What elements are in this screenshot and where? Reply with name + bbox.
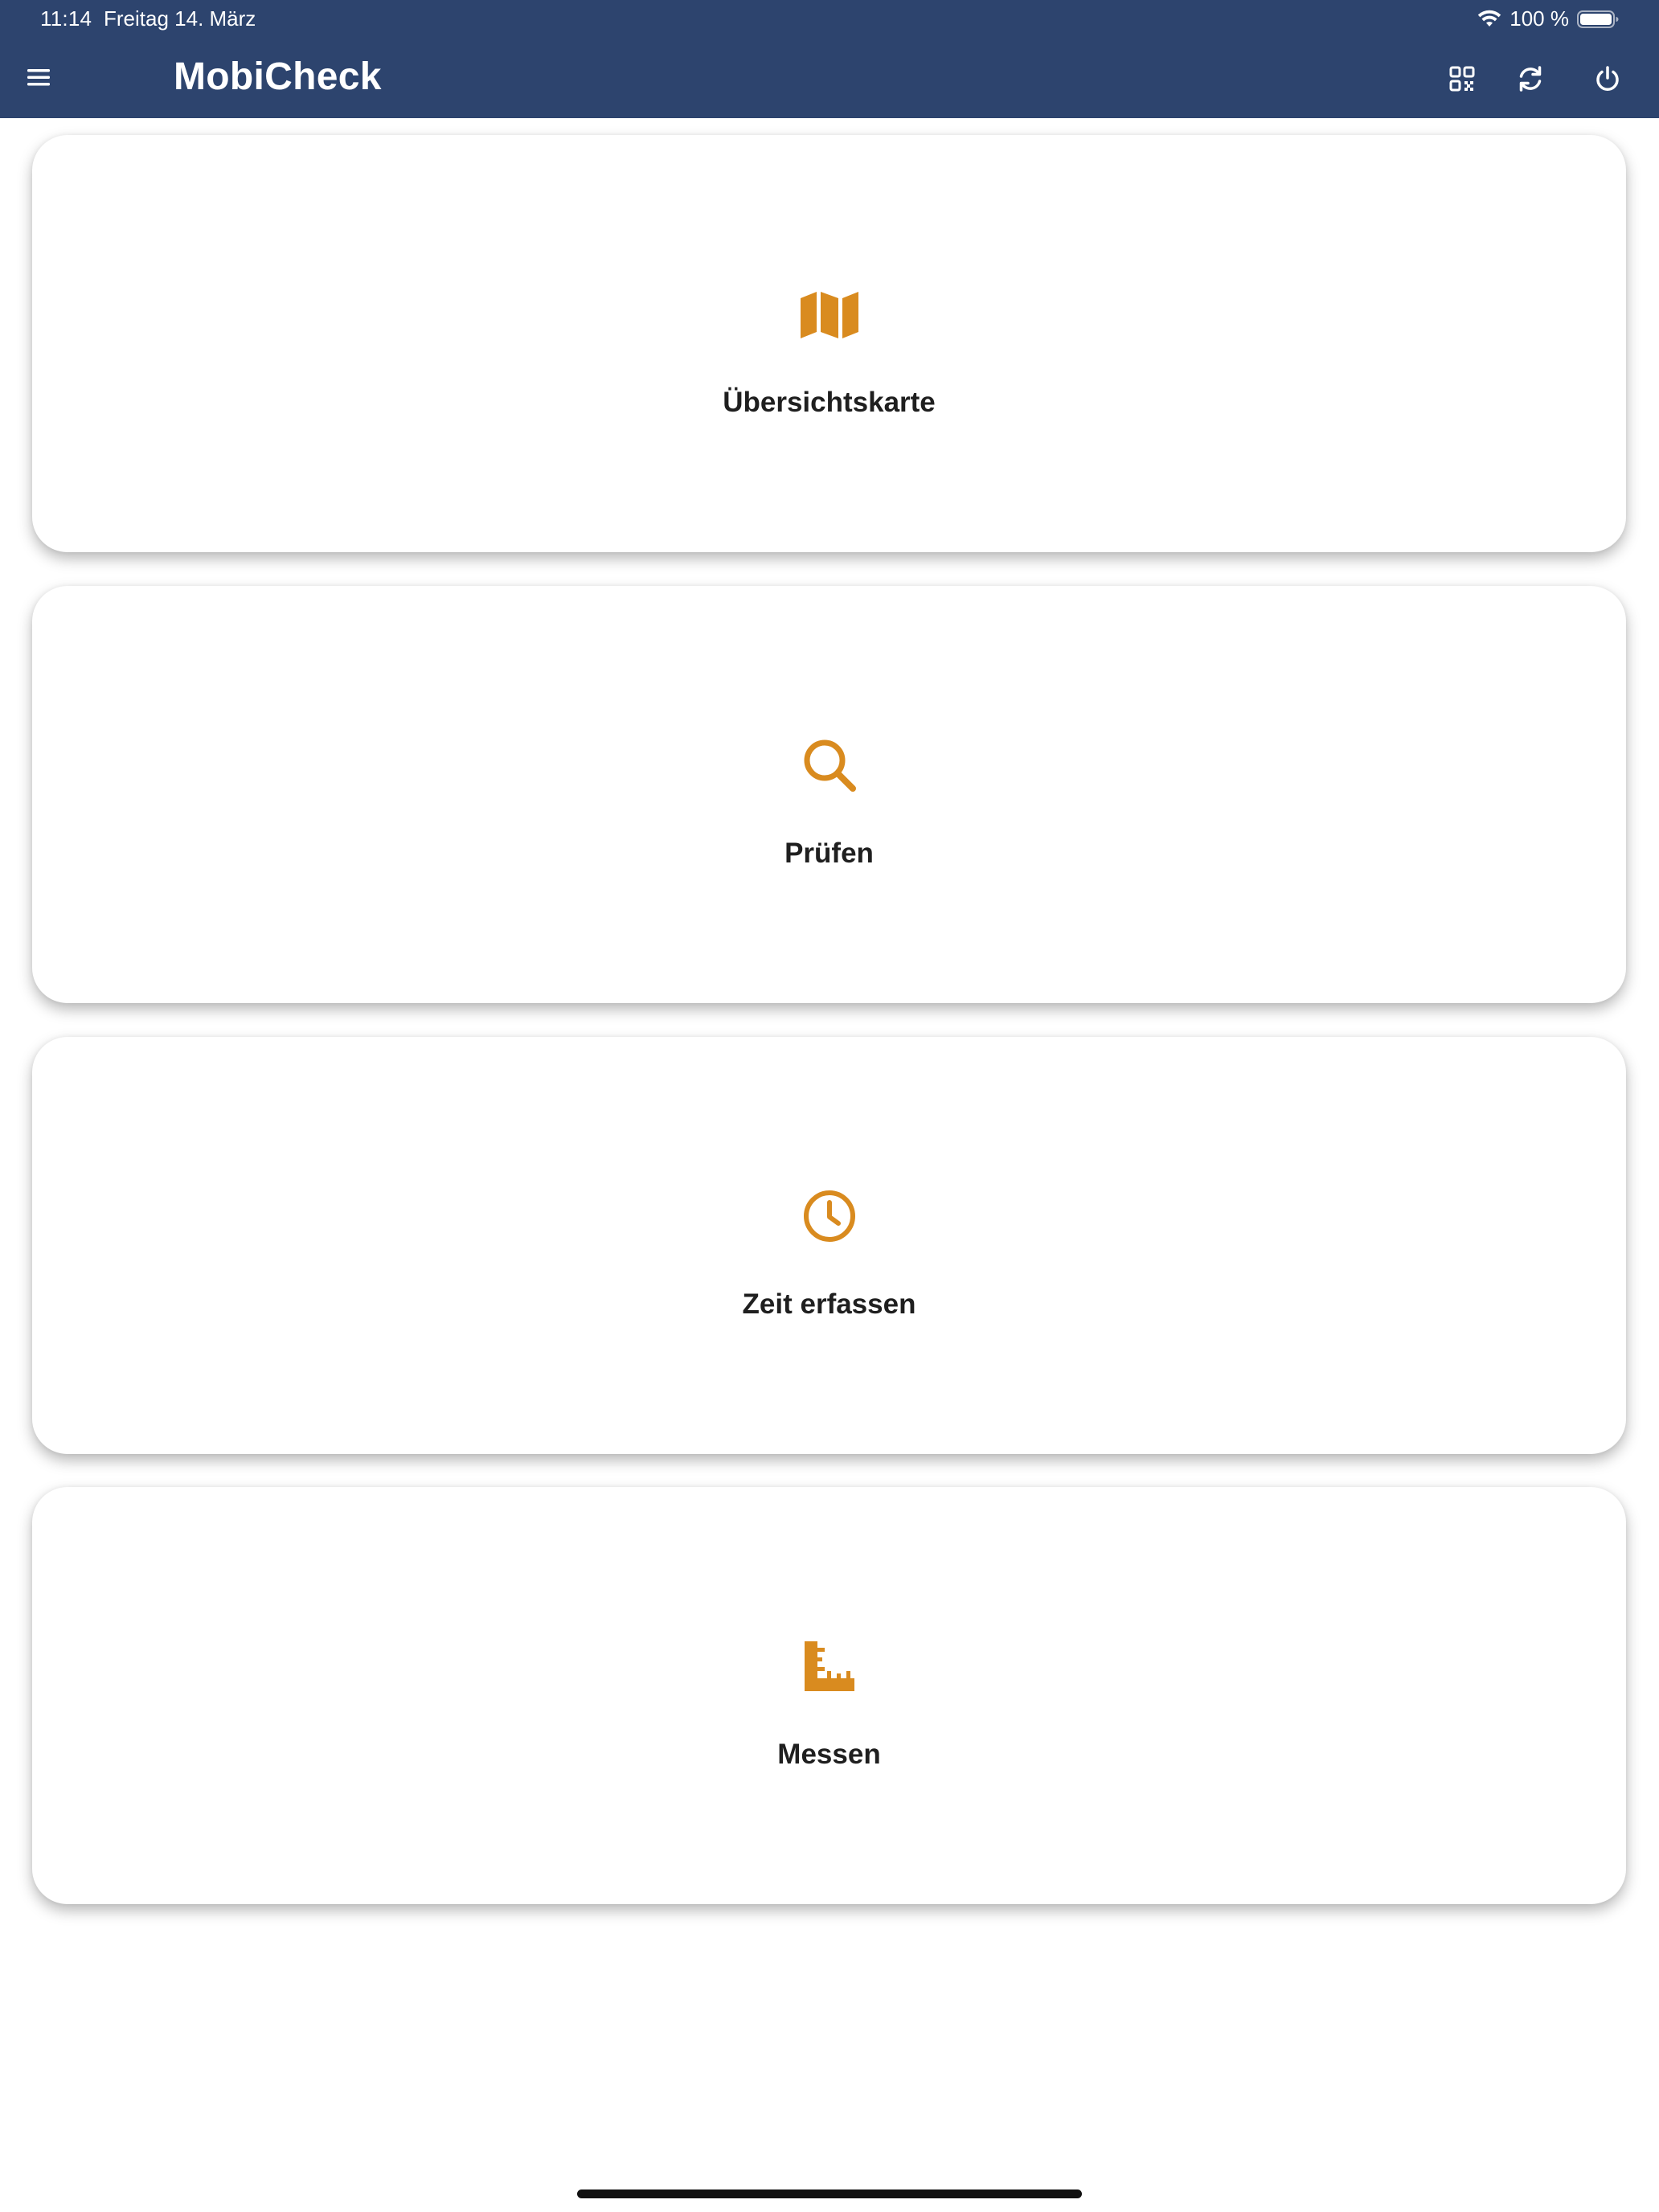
wifi-icon (1477, 10, 1501, 29)
status-indicators: 100 % (1477, 6, 1619, 31)
search-icon (799, 735, 860, 796)
hamburger-menu-icon (27, 69, 50, 86)
tile-measure[interactable]: Messen (32, 1487, 1626, 1904)
logout-button[interactable] (1591, 63, 1624, 95)
menu-button[interactable] (23, 61, 55, 93)
map-icon (799, 284, 860, 345)
power-icon (1596, 66, 1619, 91)
app-header: 11:14 Freitag 14. März 100 % MobiCheck (0, 0, 1659, 118)
ruler-icon (799, 1636, 860, 1697)
tile-label: Messen (777, 1739, 881, 1770)
status-date: Freitag 14. März (104, 6, 256, 31)
status-time: 11:14 (40, 6, 92, 31)
tile-label: Prüfen (784, 838, 874, 869)
sync-icon (1519, 66, 1542, 92)
tile-overview-map[interactable]: Übersichtskarte (32, 135, 1626, 552)
app-title: MobiCheck (174, 55, 382, 98)
qr-scan-button[interactable] (1446, 63, 1478, 95)
home-indicator[interactable] (577, 2189, 1082, 2198)
page: 11:14 Freitag 14. März 100 % MobiCheck Ü… (0, 0, 1659, 2212)
tile-time-tracking[interactable]: Zeit erfassen (32, 1037, 1626, 1454)
qr-code-icon (1449, 66, 1475, 92)
tile-label: Übersichtskarte (723, 387, 936, 418)
tile-check[interactable]: Prüfen (32, 586, 1626, 1003)
clock-icon (799, 1186, 860, 1247)
battery-icon (1577, 10, 1619, 29)
tile-label: Zeit erfassen (742, 1288, 916, 1320)
battery-percentage: 100 % (1509, 6, 1569, 31)
sync-button[interactable] (1514, 63, 1546, 95)
